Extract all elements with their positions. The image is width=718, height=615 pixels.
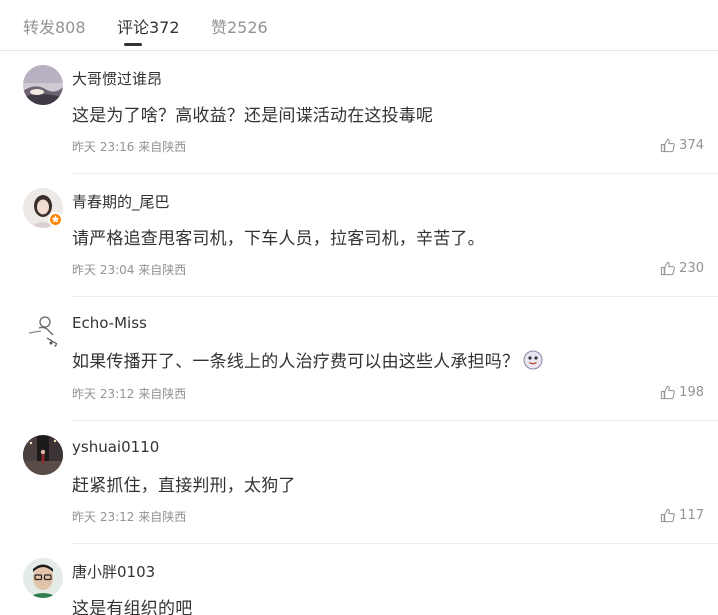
comment-item: 青春期的_尾巴 请严格追查甩客司机，下车人员，拉客司机，辛苦了。 昨天 23:0… bbox=[0, 174, 718, 297]
comment-meta: 昨天 23:04 来自陕西 bbox=[72, 263, 187, 277]
comment-username[interactable]: 青春期的_尾巴 bbox=[72, 191, 170, 212]
like-count: 230 bbox=[679, 261, 704, 276]
like-button[interactable]: 230 bbox=[660, 261, 704, 276]
comment-username[interactable]: Echo-Miss bbox=[72, 314, 147, 332]
comment-username[interactable]: 大哥惯过谁昂 bbox=[72, 68, 162, 89]
active-tab-indicator bbox=[124, 43, 142, 46]
comment-username[interactable]: yshuai0110 bbox=[72, 438, 159, 456]
man-glasses-avatar[interactable] bbox=[23, 558, 63, 598]
comment-text-content: 如果传播开了、一条线上的人治疗费可以由这些人承担吗？ bbox=[72, 352, 520, 372]
like-count: 198 bbox=[679, 385, 704, 400]
thumbs-up-icon bbox=[660, 508, 675, 523]
sketch-avatar[interactable] bbox=[23, 311, 63, 351]
comment-text: 如果传播开了、一条线上的人治疗费可以由这些人承担吗？ bbox=[72, 347, 543, 375]
tab-comments[interactable]: 评论372 bbox=[117, 14, 180, 38]
comment-item: 大哥惯过谁昂 这是为了啥？高收益？还是间谍活动在这投毒呢 昨天 23:16 来自… bbox=[0, 51, 718, 174]
thumbs-up-icon bbox=[660, 385, 675, 400]
night-street-avatar[interactable] bbox=[23, 435, 63, 475]
comment-item: 唐小胖0103 这是有组织的吧 bbox=[0, 544, 718, 615]
comment-item: Echo-Miss 如果传播开了、一条线上的人治疗费可以由这些人承担吗？ 昨天 … bbox=[0, 297, 718, 421]
comment-text: 请严格追查甩客司机，下车人员，拉客司机，辛苦了。 bbox=[72, 229, 485, 249]
orange-badge bbox=[48, 212, 63, 227]
doge-emoji bbox=[523, 350, 543, 375]
like-count: 374 bbox=[679, 138, 704, 153]
comment-meta: 昨天 23:16 来自陕西 bbox=[72, 140, 187, 154]
thumbs-up-icon bbox=[660, 261, 675, 276]
comment-meta: 昨天 23:12 来自陕西 bbox=[72, 510, 187, 524]
tab-likes[interactable]: 赞2526 bbox=[211, 14, 268, 38]
comment-item: yshuai0110 赶紧抓住，直接判刑，太狗了 昨天 23:12 来自陕西 1… bbox=[0, 421, 718, 544]
like-button[interactable]: 198 bbox=[660, 385, 704, 400]
tab-reposts[interactable]: 转发808 bbox=[23, 14, 86, 38]
comment-tabs: 转发808 评论372 赞2526 bbox=[0, 0, 718, 51]
comment-text: 这是有组织的吧 bbox=[72, 599, 193, 615]
comment-text: 这是为了啥？高收益？还是间谍活动在这投毒呢 bbox=[72, 106, 434, 126]
like-button[interactable]: 117 bbox=[660, 508, 704, 523]
like-count: 117 bbox=[679, 508, 704, 523]
comment-meta: 昨天 23:12 来自陕西 bbox=[72, 387, 187, 401]
comment-username[interactable]: 唐小胖0103 bbox=[72, 561, 155, 582]
comment-text: 赶紧抓住，直接判刑，太狗了 bbox=[72, 476, 296, 496]
landscape-avatar[interactable] bbox=[23, 65, 63, 105]
thumbs-up-icon bbox=[660, 138, 675, 153]
like-button[interactable]: 374 bbox=[660, 138, 704, 153]
